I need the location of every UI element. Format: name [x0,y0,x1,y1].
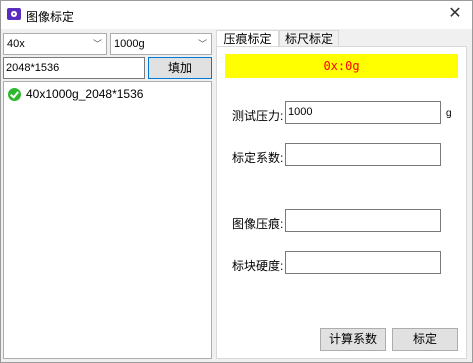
list-item[interactable]: 40x1000g_2048*1536 [8,86,143,102]
chevron-down-icon: ﹀ [92,39,102,49]
calibration-window: 图像标定 ✕ 40x ﹀ 1000g ﹀ 2048*1536 填加 40x100… [0,0,473,363]
add-button[interactable]: 填加 [148,57,212,79]
test-force-label: 测试压力: [232,109,284,123]
lens-select[interactable]: 40x ﹀ [3,33,107,55]
load-select-value: 1000g [114,38,145,50]
lens-select-value: 40x [7,38,25,50]
calibrate-button[interactable]: 标定 [392,328,458,351]
status-display: 0x:0g [225,54,458,78]
resolution-input[interactable]: 2048*1536 [3,57,145,79]
check-circle-icon [8,87,21,101]
coefficient-label: 标定系数: [232,151,284,165]
list-item-label: 40x1000g_2048*1536 [26,87,144,101]
calibration-list[interactable]: 40x1000g_2048*1536 [3,81,212,359]
test-force-unit: g [446,108,452,119]
calculate-coefficient-button[interactable]: 计算系数 [320,328,386,351]
image-indent-input[interactable] [285,209,441,232]
block-hardness-label: 标块硬度: [232,259,284,273]
block-hardness-input[interactable] [285,251,441,274]
image-indent-label: 图像压痕: [232,217,284,231]
title-bar: 图像标定 ✕ [1,1,472,29]
window-title: 图像标定 [26,10,75,24]
close-button[interactable]: ✕ [444,4,466,24]
test-force-input[interactable]: 1000 [285,101,441,124]
load-select[interactable]: 1000g ﹀ [110,33,212,55]
tab-scale-calibration[interactable]: 标尺标定 [279,30,339,47]
camera-icon [7,8,21,20]
indent-calibration-panel: 0x:0g 测试压力: 1000 g 标定系数: 图像压痕: 标块硬度: 计算系… [216,46,467,359]
chevron-down-icon: ﹀ [197,39,207,49]
coefficient-input[interactable] [285,143,441,166]
